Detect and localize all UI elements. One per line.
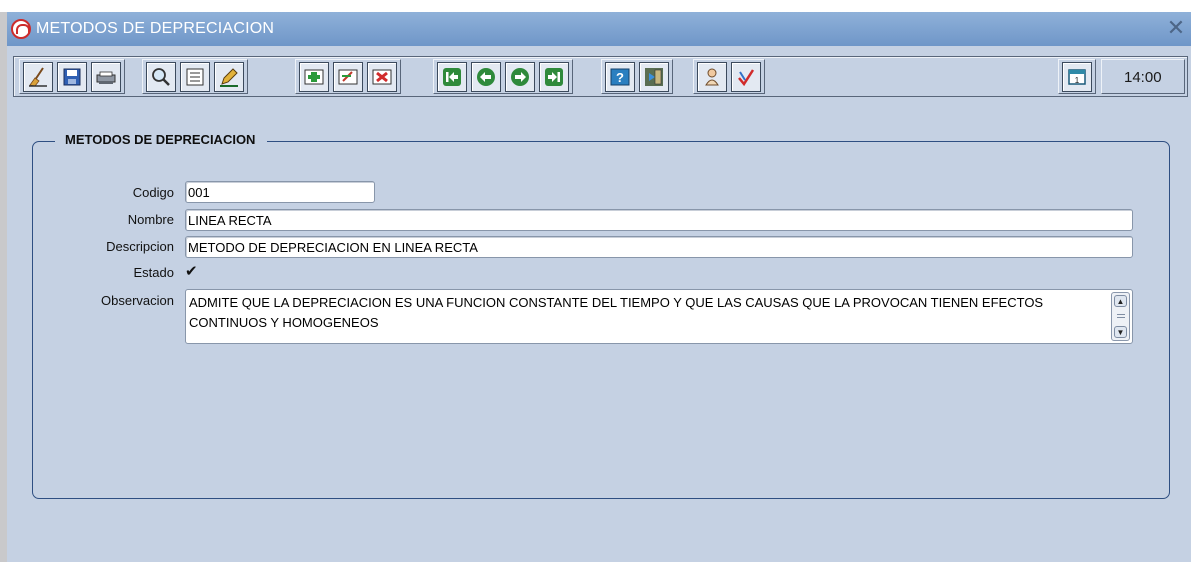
duplicate-record-button[interactable] (333, 62, 363, 92)
first-record-icon (443, 68, 461, 86)
close-icon[interactable]: ✕ (1165, 17, 1187, 39)
nombre-field[interactable]: LINEA RECTA (185, 209, 1133, 231)
app-logo-icon (11, 19, 31, 39)
toolbar-group-help: ? (601, 59, 673, 94)
toolbar-group-records (295, 59, 401, 94)
user-icon (705, 68, 719, 86)
print-icon (96, 71, 116, 84)
user-button[interactable] (697, 62, 727, 92)
scroll-down-icon[interactable]: ▼ (1114, 326, 1127, 338)
codigo-field[interactable]: 001 (185, 181, 375, 203)
observacion-scrollbar[interactable]: ▲ ▼ (1111, 292, 1130, 341)
descripcion-label: Descripcion (106, 239, 174, 254)
spellcheck-button[interactable] (731, 62, 761, 92)
print-button[interactable] (91, 62, 121, 92)
exit-icon (645, 68, 663, 86)
help-button[interactable]: ? (605, 62, 635, 92)
descripcion-field[interactable]: METODO DE DEPRECIACION EN LINEA RECTA (185, 236, 1133, 258)
next-record-icon (511, 68, 529, 86)
list-icon (186, 68, 204, 86)
spellcheck-icon (738, 69, 755, 87)
previous-record-icon (477, 68, 495, 86)
edit-icon (220, 68, 238, 87)
clear-icon (29, 67, 47, 87)
clear-button[interactable] (23, 62, 53, 92)
next-record-button[interactable] (505, 62, 535, 92)
search-icon (152, 68, 170, 86)
calendar-button[interactable]: 1 (1062, 62, 1092, 92)
insert-record-button[interactable] (299, 62, 329, 92)
clock-panel: 14:00 (1101, 59, 1185, 94)
list-button[interactable] (180, 62, 210, 92)
delete-record-button[interactable] (367, 62, 397, 92)
svg-text:?: ? (616, 70, 624, 85)
last-record-button[interactable] (539, 62, 569, 92)
scroll-thumb-grip (1117, 314, 1125, 315)
window-title: METODOS DE DEPRECIACION (36, 20, 275, 37)
scroll-up-icon[interactable]: ▲ (1114, 295, 1127, 307)
save-button[interactable] (57, 62, 87, 92)
observacion-text: ADMITE QUE LA DEPRECIACION ES UNA FUNCIO… (189, 295, 1044, 330)
edit-button[interactable] (214, 62, 244, 92)
duplicate-record-icon (338, 69, 358, 85)
svg-text:1: 1 (1075, 76, 1080, 85)
estado-label: Estado (133, 265, 174, 280)
search-button[interactable] (146, 62, 176, 92)
toolbar-group-query (142, 59, 248, 94)
estado-checkbox[interactable]: ✔ (185, 264, 201, 280)
toolbar-group-tools (693, 59, 765, 94)
nombre-label: Nombre (127, 212, 174, 227)
section-title: METODOS DE DEPRECIACION (55, 132, 268, 147)
toolbar: ? 1 14:00 (13, 56, 1188, 97)
toolbar-group-calendar: 1 (1058, 59, 1096, 94)
save-icon (63, 68, 81, 86)
insert-record-icon (304, 69, 324, 85)
toolbar-group-file (19, 59, 125, 94)
toolbar-group-navigation (433, 59, 573, 94)
calendar-icon: 1 (1068, 69, 1086, 85)
title-bar[interactable]: METODOS DE DEPRECIACION ✕ (7, 12, 1191, 46)
observacion-label: Observacion (101, 293, 174, 308)
help-icon: ? (610, 68, 630, 86)
first-record-button[interactable] (437, 62, 467, 92)
scroll-thumb-grip (1117, 317, 1125, 318)
delete-record-icon (372, 69, 392, 85)
previous-record-button[interactable] (471, 62, 501, 92)
last-record-icon (545, 68, 563, 86)
codigo-label: Codigo (132, 185, 174, 200)
exit-button[interactable] (639, 62, 669, 92)
observacion-textarea[interactable]: ADMITE QUE LA DEPRECIACION ES UNA FUNCIO… (185, 289, 1133, 344)
clock-time: 14:00 (1124, 69, 1162, 86)
